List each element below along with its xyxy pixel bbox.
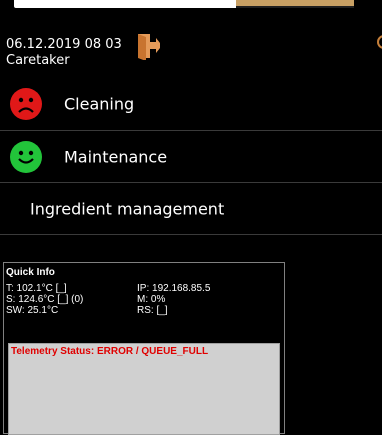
logout-door-arrow-icon: [138, 34, 162, 61]
quick-info-panel: Quick Info T: 102.1°C [_] S: 124.6°C [_]…: [3, 262, 285, 435]
top-strip-accent-line: [236, 6, 354, 8]
telemetry-status-text: Telemetry Status: ERROR / QUEUE_FULL: [11, 346, 209, 357]
sad-face-icon: [10, 88, 42, 120]
menu-item-label: Ingredient management: [30, 199, 225, 218]
datetime-text: 06.12.2019 08 03: [6, 37, 122, 52]
menu-item-maintenance[interactable]: Maintenance: [0, 130, 382, 182]
ip-address: IP: 192.168.85.5: [137, 283, 211, 294]
happy-face-icon: [10, 141, 42, 173]
menu-item-cleaning[interactable]: Cleaning: [0, 78, 382, 130]
menu-item-ingredient-management[interactable]: Ingredient management: [0, 182, 382, 234]
user-name: Caretaker: [6, 53, 70, 68]
menu-divider: [0, 234, 382, 235]
temperature-t: T: 102.1°C [_]: [6, 283, 67, 294]
logout-button[interactable]: [136, 32, 162, 61]
telemetry-status-box: Telemetry Status: ERROR / QUEUE_FULL: [8, 343, 280, 435]
temperature-s: S: 124.6°C [_] (0): [6, 294, 84, 305]
quick-info-title: Quick Info: [6, 267, 55, 278]
temperature-sw: SW: 25.1°C: [6, 305, 59, 316]
menu-item-label: Maintenance: [64, 147, 168, 166]
rs-status: RS: [_]: [137, 305, 168, 316]
top-strip: [0, 0, 382, 14]
menu-item-label: Cleaning: [64, 94, 135, 114]
memory-m: M: 0%: [137, 294, 166, 305]
